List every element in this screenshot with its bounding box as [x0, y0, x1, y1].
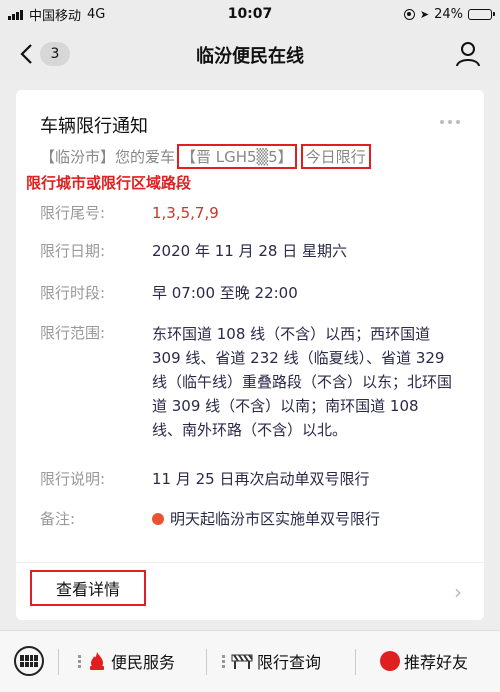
chevron-right-icon[interactable]: ›	[454, 580, 462, 604]
row-label: 限行日期:	[40, 242, 106, 260]
row-label: 备注:	[40, 510, 76, 528]
status-dot-icon	[152, 513, 164, 525]
today-restricted-label: 今日限行	[300, 144, 371, 169]
row-label: 限行说明:	[40, 470, 106, 488]
tab-recommend-friends[interactable]: 推荐好友	[380, 649, 468, 673]
notice-card: 车辆限行通知 【临汾市】您的爱车 【晋 LGH5▒5】 今日限行 限行城市或限行…	[16, 90, 484, 620]
status-time: 10:07	[227, 6, 273, 22]
row-description: 限行说明: 11 月 25 日再次启动单双号限行	[40, 468, 369, 491]
menu-icon	[78, 654, 81, 668]
tab-label: 便民服务	[111, 653, 176, 672]
network-label: 4G	[87, 6, 106, 22]
row-value: 明天起临汾市区实施单双号限行	[152, 508, 380, 531]
status-left: 中国移动 4G	[8, 5, 178, 24]
status-bar: 中国移动 4G 10:07 ➤ 24%	[0, 0, 500, 28]
page-title: 临汾便民在线	[196, 46, 304, 67]
barrier-icon	[231, 652, 253, 670]
row-range: 限行范围: 东环国道 108 线（不含）以西；西环国道 309 线、省道 232…	[40, 322, 452, 442]
row-label: 限行尾号:	[40, 204, 106, 222]
battery-icon	[467, 8, 495, 20]
card-subtitle: 【临汾市】您的爱车 【晋 LGH5▒5】 今日限行	[40, 144, 371, 169]
row-value: 11 月 25 日再次启动单双号限行	[152, 470, 370, 488]
row-label: 限行范围:	[40, 324, 106, 342]
bottom-menu-bar: 便民服务 限行查询 推荐好友	[0, 630, 500, 692]
row-time: 限行时段: 早 07:00 至晚 22:00	[40, 282, 298, 305]
red-circle-icon	[380, 651, 400, 671]
row-note: 备注: 明天起临汾市区实施单双号限行	[40, 508, 380, 531]
more-options-icon[interactable]	[440, 120, 460, 124]
location-arrow-icon: ➤	[419, 7, 430, 21]
divider	[355, 649, 356, 675]
row-date: 限行日期: 2020 年 11 月 28 日 星期六	[40, 240, 347, 263]
back-arrow-icon[interactable]	[14, 41, 38, 67]
keyboard-icon[interactable]	[14, 646, 44, 676]
view-details-button[interactable]: 查看详情	[30, 570, 146, 606]
divider	[58, 649, 59, 675]
menu-icon	[222, 654, 225, 668]
plate-number: 【晋 LGH5▒5】	[177, 144, 297, 169]
fire-icon	[87, 651, 107, 671]
tab-label: 推荐好友	[404, 653, 469, 672]
signal-icon	[8, 9, 23, 20]
status-right: ➤ 24%	[322, 6, 495, 22]
divider	[16, 562, 484, 563]
location-lock-icon	[403, 8, 415, 20]
row-label: 限行时段:	[40, 284, 106, 302]
back-count-badge[interactable]: 3	[40, 42, 70, 66]
subtitle-prefix: 【临汾市】您的爱车	[40, 148, 176, 166]
divider	[206, 649, 207, 675]
carrier-label: 中国移动	[29, 8, 82, 24]
row-value: 2020 年 11 月 28 日 星期六	[152, 242, 347, 260]
user-icon[interactable]	[454, 40, 482, 68]
nav-bar: 3 临汾便民在线	[0, 28, 500, 80]
tab-restriction-query[interactable]: 限行查询	[222, 649, 321, 673]
row-tail-number: 限行尾号: 1,3,5,7,9	[40, 202, 219, 225]
row-value: 1,3,5,7,9	[152, 204, 219, 222]
tab-label: 限行查询	[257, 653, 322, 672]
tab-convenience-services[interactable]: 便民服务	[78, 649, 175, 673]
row-value: 早 07:00 至晚 22:00	[152, 284, 298, 302]
note-text: 明天起临汾市区实施单双号限行	[170, 510, 381, 528]
battery-label: 24%	[434, 6, 463, 22]
card-title: 车辆限行通知	[40, 116, 148, 137]
annotation-label: 限行城市或限行区域路段	[26, 174, 192, 192]
row-value: 东环国道 108 线（不含）以西；西环国道 309 线、省道 232 线（临夏线…	[152, 325, 453, 439]
